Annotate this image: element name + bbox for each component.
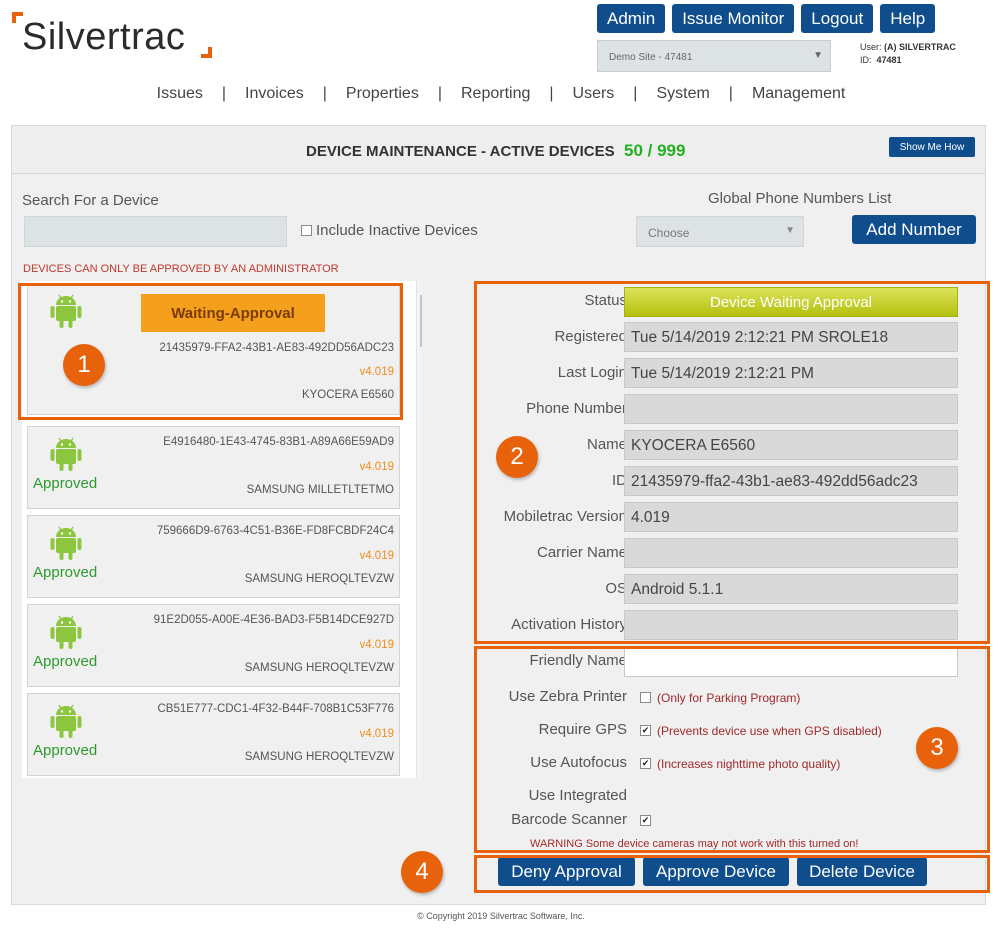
device-card[interactable]: Approved 759666D9-6763-4C51-B36E-FD8FCBD…: [27, 515, 400, 598]
chevron-down-icon: ▼: [813, 50, 823, 61]
nav-separator: |: [633, 85, 638, 102]
callout-badge-2: 2: [496, 436, 538, 478]
approved-status: Approved: [33, 653, 98, 670]
nav-management[interactable]: Management: [752, 85, 845, 102]
add-number-button[interactable]: Add Number: [852, 215, 976, 244]
nav-issues[interactable]: Issues: [157, 85, 203, 102]
admin-button[interactable]: Admin: [597, 4, 666, 33]
nav-users[interactable]: Users: [573, 85, 615, 102]
top-button-bar: Admin Issue Monitor Logout Help: [597, 4, 936, 33]
site-select-value: Demo Site - 47481: [609, 52, 693, 63]
scroll-down-icon[interactable]: ▼: [421, 767, 422, 776]
page-title: DEVICE MAINTENANCE - ACTIVE DEVICES: [306, 143, 615, 160]
device-model: SAMSUNG HEROQLTEVZW: [244, 662, 394, 674]
site-select[interactable]: Demo Site - 47481 ▼: [597, 40, 831, 72]
device-card[interactable]: Approved 91E2D055-A00E-4E36-BAD3-F5B14DC…: [27, 604, 400, 687]
logout-button[interactable]: Logout: [801, 4, 874, 33]
callout-badge-3: 3: [916, 727, 958, 769]
search-input[interactable]: [24, 216, 287, 247]
device-id: CB51E777-CDC1-4F32-B44F-708B1C53F776: [157, 703, 394, 715]
main-nav: Issues | Invoices | Properties | Reporting | Use…: [0, 85, 1002, 103]
device-card[interactable]: Approved E4916480-1E43-4745-83B1-A89A66E…: [27, 426, 400, 509]
global-phone-select[interactable]: Choose ▼: [636, 216, 804, 247]
device-list-scrollbar[interactable]: ▲ ▼: [416, 281, 422, 778]
admin-warning: DEVICES CAN ONLY BE APPROVED BY AN ADMIN…: [23, 263, 339, 275]
device-version: v4.019: [359, 461, 394, 473]
nav-invoices[interactable]: Invoices: [245, 85, 304, 102]
nav-reporting[interactable]: Reporting: [461, 85, 530, 102]
device-model: SAMSUNG HEROQLTEVZW: [244, 751, 394, 763]
callout-box-3: [474, 646, 990, 853]
approved-status: Approved: [33, 742, 98, 759]
android-icon: [50, 526, 82, 560]
device-id: E4916480-1E43-4745-83B1-A89A66E59AD9: [163, 436, 394, 448]
nav-separator: |: [728, 85, 733, 102]
android-icon: [50, 437, 82, 471]
device-card[interactable]: Approved CB51E777-CDC1-4F32-B44F-708B1C5…: [27, 693, 400, 776]
global-phone-label: Global Phone Numbers List: [708, 190, 892, 207]
silvertrac-logo[interactable]: Silvertrac: [12, 10, 222, 62]
user-name: (A) SILVERTRAC: [884, 42, 956, 52]
callout-box-4: [474, 855, 990, 893]
device-count: 50 / 999: [624, 141, 686, 160]
android-icon: [50, 704, 82, 738]
nav-separator: |: [221, 85, 227, 102]
android-icon: [50, 615, 82, 649]
logo-corner-icon: [201, 47, 212, 58]
device-version: v4.019: [359, 550, 394, 562]
include-inactive-checkbox[interactable]: [301, 225, 312, 236]
issue-monitor-button[interactable]: Issue Monitor: [672, 4, 795, 33]
panel-header: DEVICE MAINTENANCE - ACTIVE DEVICES 50 /…: [12, 126, 985, 174]
device-model: SAMSUNG MILLETLTETMO: [246, 484, 394, 496]
device-version: v4.019: [359, 639, 394, 651]
help-button[interactable]: Help: [880, 4, 936, 33]
user-info: User: (A) SILVERTRAC ID: 47481: [860, 41, 956, 67]
approved-status: Approved: [33, 475, 98, 492]
logo-text: Silvertrac: [22, 16, 186, 58]
user-label: User:: [860, 42, 882, 52]
show-me-how-button[interactable]: Show Me How: [889, 137, 975, 157]
scroll-up-icon[interactable]: ▲: [421, 283, 422, 292]
copyright: © Copyright 2019 Silvertrac Software, In…: [417, 911, 585, 921]
callout-box-2: [474, 281, 990, 644]
nav-separator: |: [322, 85, 327, 102]
search-label: Search For a Device: [22, 192, 159, 209]
global-phone-select-value: Choose: [648, 226, 690, 240]
nav-system[interactable]: System: [656, 85, 709, 102]
chevron-down-icon: ▼: [785, 225, 795, 236]
device-version: v4.019: [359, 728, 394, 740]
device-model: SAMSUNG HEROQLTEVZW: [244, 573, 394, 585]
callout-badge-1: 1: [63, 344, 105, 386]
nav-properties[interactable]: Properties: [346, 85, 419, 102]
user-id-label: ID:: [860, 55, 872, 65]
approved-status: Approved: [33, 564, 98, 581]
nav-separator: |: [549, 85, 554, 102]
user-id: 47481: [876, 55, 902, 65]
include-inactive-label: Include Inactive Devices: [316, 222, 478, 239]
device-id: 759666D9-6763-4C51-B36E-FD8FCBDF24C4: [156, 525, 394, 537]
callout-badge-4: 4: [401, 851, 443, 893]
nav-separator: |: [437, 85, 442, 102]
device-id: 91E2D055-A00E-4E36-BAD3-F5B14DCE927D: [153, 614, 394, 626]
scroll-thumb[interactable]: [420, 295, 422, 347]
